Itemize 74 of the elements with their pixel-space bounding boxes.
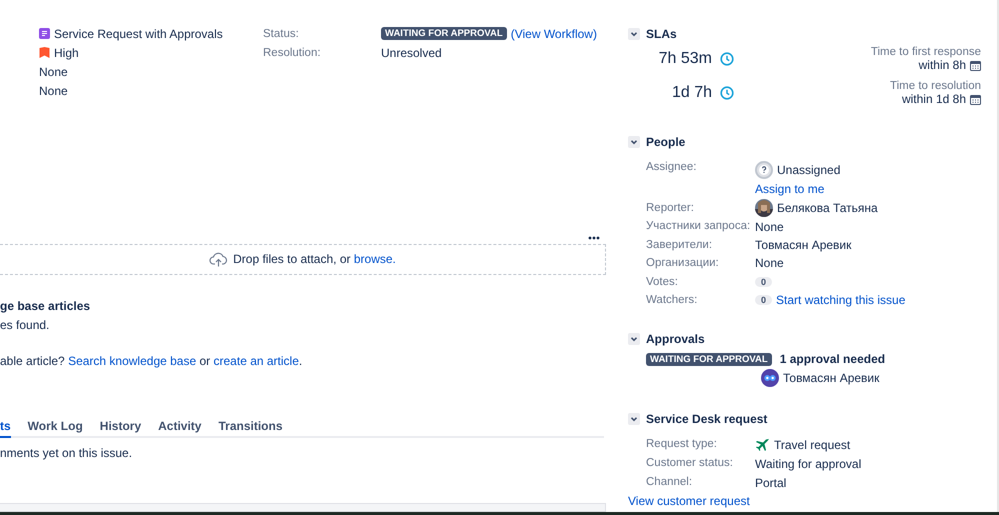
approval-count: 1 approval needed — [780, 352, 886, 366]
tab[interactable]: History — [100, 418, 142, 438]
field-value: Товмасян Аревик — [755, 238, 852, 252]
resolution-value: Unresolved — [381, 46, 443, 60]
chevron-icon[interactable] — [628, 136, 640, 148]
resolution-label: Resolution: — [263, 46, 322, 58]
field-label: Reporter: — [646, 201, 695, 216]
approver-name: Товмасян Аревик — [783, 371, 880, 386]
sla-time: 1d 7h — [672, 84, 712, 102]
priority-value: High — [54, 46, 79, 60]
status-label: Status: — [263, 28, 300, 40]
section-heading: People — [646, 135, 686, 149]
owl-avatar-icon — [761, 369, 779, 388]
drop-text: Drop files to attach, or browse. — [233, 252, 396, 266]
chevron-icon[interactable] — [628, 333, 640, 346]
browse-link[interactable]: browse. — [354, 252, 396, 266]
sla-name: Time to first response — [870, 46, 981, 58]
view-customer-request-link[interactable]: View customer request — [628, 494, 750, 508]
sla-target: within 8h — [918, 58, 966, 72]
section-heading: SLAs — [646, 27, 677, 41]
field-value: Waiting for approval — [755, 456, 862, 471]
chevron-icon[interactable] — [628, 28, 640, 40]
tab[interactable]: Work Log — [28, 418, 83, 438]
tab[interactable]: Transitions — [218, 418, 282, 438]
calendar-icon — [970, 94, 981, 104]
clock-icon — [720, 52, 734, 66]
tab[interactable]: Activity — [158, 418, 202, 438]
field-label: Watchers: — [646, 292, 698, 308]
request-type-value: Travel request — [774, 438, 850, 452]
field-label: Заверители: — [646, 238, 714, 253]
kb-prompt: able article? Search knowledge base or create an article. — [0, 354, 304, 368]
count-badge: 0 — [755, 276, 772, 287]
request-type-icon — [39, 28, 50, 39]
field-label: Assignee: — [646, 160, 698, 175]
count-badge: 0 — [755, 295, 772, 306]
tab[interactable]: ts — [0, 418, 11, 438]
priority-icon — [39, 47, 50, 58]
calendar-icon — [970, 60, 981, 70]
field-value: None — [39, 84, 68, 98]
field-label: Customer status: — [646, 456, 734, 472]
chevron-icon[interactable] — [628, 413, 640, 426]
approval-lozenge: WAITING FOR APPROVAL — [646, 352, 772, 366]
field-label: Request type: — [646, 437, 718, 452]
reporter-value: Белякова Татьяна — [777, 201, 878, 216]
empty-message: es found. — [0, 318, 50, 332]
more-icon[interactable] — [588, 236, 600, 240]
watch-link[interactable]: Start watching this issue — [776, 293, 906, 308]
empty-message: nments yet on this issue. — [0, 446, 134, 460]
field-value: None — [755, 256, 785, 270]
field-label: Votes: — [646, 274, 679, 290]
section-heading: Approvals — [646, 332, 705, 346]
field-value: None — [755, 220, 785, 234]
field-label: Channel: — [646, 475, 694, 490]
field-label: Организации: — [646, 256, 720, 272]
unassigned-avatar-icon — [755, 161, 773, 179]
status-lozenge: WAITING FOR APPROVAL — [381, 27, 507, 40]
airplane-icon — [755, 438, 770, 452]
field-label: Участники запроса: — [646, 219, 752, 234]
issue-type: Service Request with Approvals — [54, 26, 223, 40]
clock-icon — [720, 86, 734, 100]
search-kb-link[interactable]: Search knowledge base — [68, 354, 196, 368]
sla-name: Time to resolution — [890, 80, 981, 92]
field-value: Portal — [755, 476, 788, 490]
sla-time: 7h 53m — [658, 50, 712, 68]
create-article-link[interactable]: create an article — [214, 354, 299, 368]
sla-target: within 1d 8h — [902, 92, 966, 106]
assign-to-me-link[interactable]: Assign to me — [755, 182, 981, 196]
view-workflow-link[interactable]: (View Workflow) — [510, 26, 597, 40]
section-heading: ge base articles — [0, 299, 92, 316]
field-value: None — [39, 64, 68, 78]
attachment-drop-zone[interactable]: Drop files to attach, or browse. — [0, 244, 606, 276]
section-heading: Service Desk request — [646, 412, 768, 426]
cloud-upload-icon — [209, 252, 228, 267]
assignee-value: Unassigned — [777, 163, 840, 177]
